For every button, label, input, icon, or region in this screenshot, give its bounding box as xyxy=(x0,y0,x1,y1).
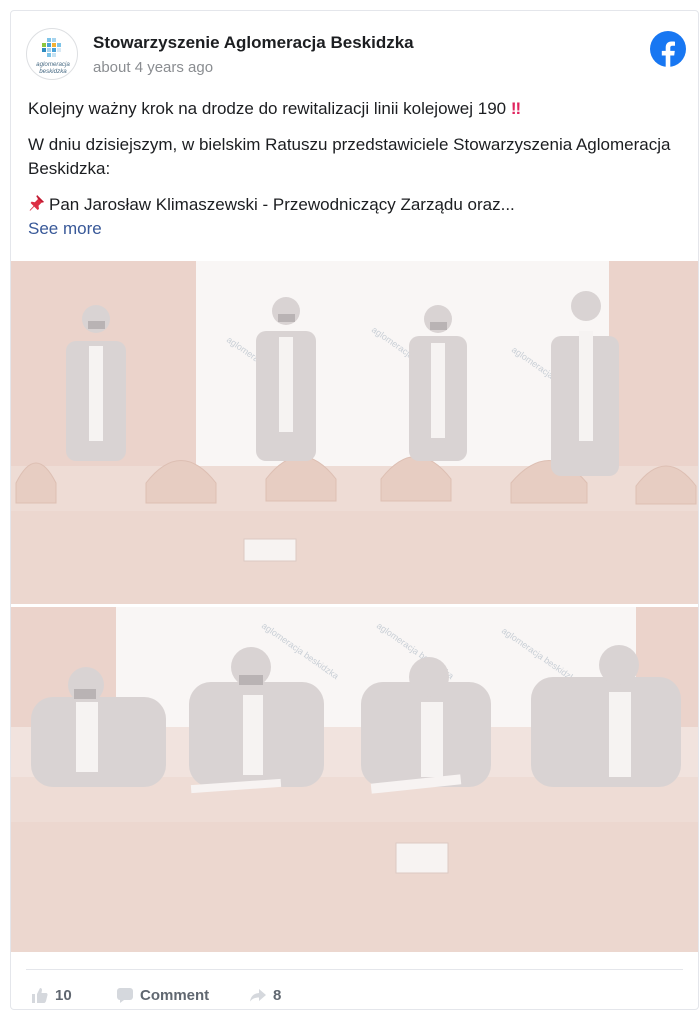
comment-button[interactable]: Comment xyxy=(116,986,209,1004)
shares-count: 8 xyxy=(273,986,282,1004)
post-photo-2[interactable]: aglomeracja beskidzka aglomeracja beskid… xyxy=(11,607,698,952)
post-paragraph-1-text: Kolejny ważny krok na drodze do rewitali… xyxy=(28,99,507,118)
comment-label: Comment xyxy=(140,986,210,1004)
post-header: aglomeracja beskidzka Stowarzyszenie Agl… xyxy=(26,28,686,84)
thumbs-up-icon xyxy=(31,986,49,1004)
share-icon xyxy=(249,986,267,1004)
comment-icon xyxy=(116,986,134,1004)
like-button[interactable]: 10 xyxy=(31,986,72,1004)
page-name-link[interactable]: Stowarzyszenie Aglomeracja Beskidzka xyxy=(93,33,414,53)
double-exclamation-icon: ‼ xyxy=(510,99,521,118)
post-card: aglomeracja beskidzka Stowarzyszenie Agl… xyxy=(10,10,699,1010)
post-paragraph-3-text: Pan Jarosław Klimaszewski - Przewodniczą… xyxy=(49,195,515,214)
avatar-text-2: beskidzka xyxy=(39,68,67,75)
avatar[interactable]: aglomeracja beskidzka xyxy=(26,28,78,80)
post-paragraph-3: Pan Jarosław Klimaszewski - Przewodniczą… xyxy=(28,193,684,217)
post-photo-1[interactable]: aglomeracja beskidzka aglomeracja beskid… xyxy=(11,261,698,604)
post-paragraph-1: Kolejny ważny krok na drodze do rewitali… xyxy=(28,97,684,121)
post-text: Kolejny ważny krok na drodze do rewitali… xyxy=(28,97,684,241)
likes-count: 10 xyxy=(55,986,72,1004)
post-paragraph-2: W dniu dzisiejszym, w bielskim Ratuszu p… xyxy=(28,135,671,178)
pushpin-icon xyxy=(28,193,48,213)
share-button[interactable]: 8 xyxy=(249,986,281,1004)
avatar-text-1: aglomeracja xyxy=(36,61,70,68)
facebook-icon[interactable] xyxy=(650,31,686,67)
see-more-link[interactable]: See more xyxy=(28,217,684,241)
avatar-logo-icon: aglomeracja beskidzka xyxy=(36,38,70,75)
actions-divider xyxy=(26,969,683,970)
post-timestamp[interactable]: about 4 years ago xyxy=(93,59,213,76)
